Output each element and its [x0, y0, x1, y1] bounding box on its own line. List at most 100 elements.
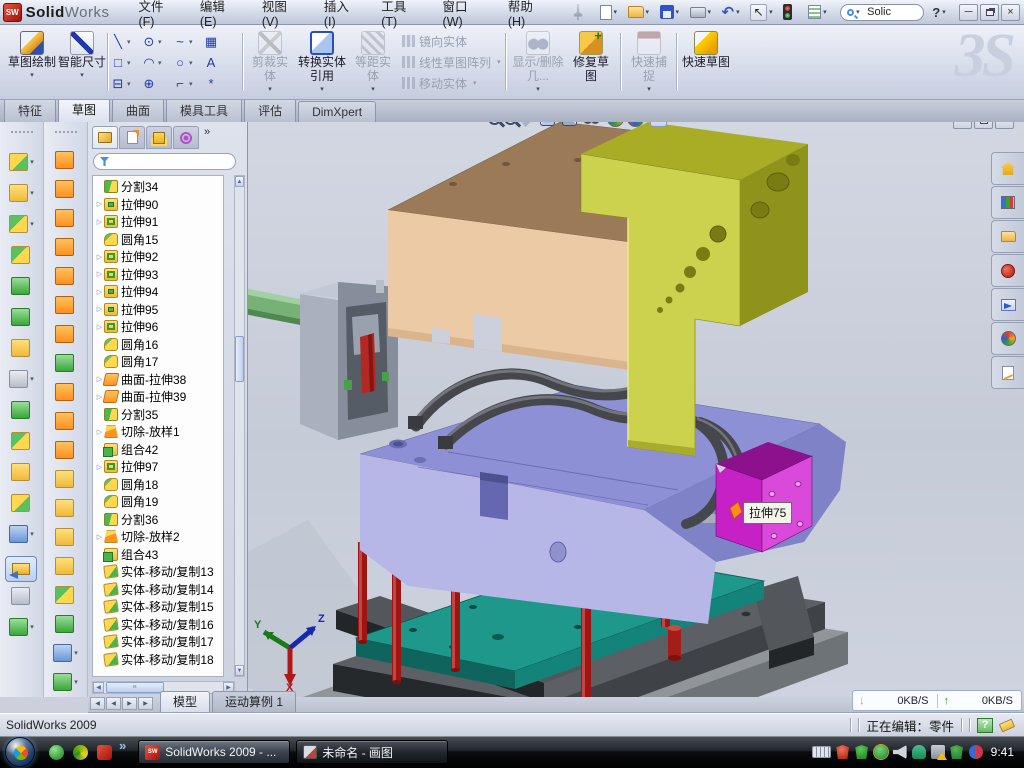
- dropdown-caret-icon[interactable]: ▾: [189, 80, 193, 88]
- knit-surface-icon[interactable]: [55, 354, 74, 372]
- scrollbar-thumb[interactable]: ≡: [106, 682, 164, 693]
- taskbar-window-button[interactable]: SW SolidWorks 2009 - ...: [138, 740, 290, 764]
- expand-arrow-icon[interactable]: ▷: [95, 270, 104, 278]
- view-orientation-icon[interactable]: [540, 122, 555, 126]
- planar-surface-icon[interactable]: [55, 325, 74, 343]
- tree-item[interactable]: ▷ 切除-放样2: [95, 528, 223, 546]
- section-view-icon[interactable]: [520, 122, 537, 127]
- scroll-left-icon[interactable]: ◀: [93, 682, 104, 693]
- tree-item[interactable]: ▷ 拉伸90: [95, 196, 223, 214]
- dropdown-caret-icon[interactable]: ▾: [127, 38, 131, 46]
- expand-arrow-icon[interactable]: ▷: [95, 323, 104, 331]
- expand-arrow-icon[interactable]: ▷: [95, 533, 104, 541]
- menu-item[interactable]: 插入(I): [313, 0, 370, 32]
- options-list-icon[interactable]: [808, 5, 821, 19]
- doc-minimize-button[interactable]: ─: [953, 122, 972, 129]
- task-pane-tab[interactable]: [991, 288, 1024, 321]
- print-icon[interactable]: [690, 7, 706, 18]
- ribbon-tab[interactable]: DimXpert: [298, 101, 376, 122]
- help-caret-icon[interactable]: ▾: [942, 8, 949, 16]
- ellipse-icon[interactable]: ○: [172, 56, 188, 69]
- slot-icon[interactable]: ⊟: [110, 77, 126, 90]
- ribbon-tab[interactable]: 模具工具: [166, 98, 242, 122]
- reference-axis-icon[interactable]: [11, 587, 30, 605]
- dropdown-caret-icon[interactable]: ▾: [736, 8, 743, 16]
- spline-icon[interactable]: ~: [172, 35, 188, 48]
- ribbon-tab[interactable]: 曲面: [112, 98, 164, 122]
- tree-item[interactable]: ▷ 切除-放样1: [95, 423, 223, 441]
- antivirus-shield-icon[interactable]: [855, 745, 869, 759]
- tree-item[interactable]: 分割34: [95, 178, 223, 196]
- dropdown-caret-icon[interactable]: ▾: [30, 220, 34, 228]
- task-pane-tab[interactable]: [991, 322, 1024, 355]
- dropdown-caret-icon[interactable]: ▾: [74, 678, 78, 686]
- undo-icon[interactable]: ↶: [722, 5, 735, 20]
- rapid-sketch-button[interactable]: 快速草图: [682, 29, 730, 95]
- dropdown-caret-icon[interactable]: ▾: [577, 122, 581, 123]
- solidworks-quick-icon[interactable]: [97, 745, 112, 760]
- restore-button[interactable]: [980, 4, 999, 21]
- tree-item[interactable]: 圆角19: [95, 493, 223, 511]
- swept-surface-icon[interactable]: [55, 151, 74, 169]
- dropdown-caret-icon[interactable]: ▾: [30, 158, 34, 166]
- dropdown-caret-icon[interactable]: ▾: [158, 38, 162, 46]
- messenger-quick-icon[interactable]: [49, 745, 64, 760]
- delete-face-icon[interactable]: [55, 441, 74, 459]
- ribbon-tab[interactable]: 评估: [244, 98, 296, 122]
- tree-item[interactable]: 组合42: [95, 441, 223, 459]
- dropdown-caret-icon[interactable]: ▾: [644, 122, 648, 123]
- volume-icon[interactable]: [893, 745, 907, 759]
- extruded-boss-icon[interactable]: [9, 153, 28, 171]
- tree-item[interactable]: 组合43: [95, 546, 223, 564]
- tree-item[interactable]: 圆角18: [95, 476, 223, 494]
- linear-sketch-pattern-button[interactable]: 线性草图阵列 ▾: [402, 53, 501, 71]
- instant3d-button[interactable]: [5, 556, 37, 582]
- tree-item[interactable]: 圆角16: [95, 336, 223, 354]
- draft-icon[interactable]: [11, 308, 30, 326]
- split-body-icon[interactable]: [11, 432, 30, 450]
- sync-icon[interactable]: [912, 745, 926, 759]
- propertymanager-tab[interactable]: [119, 126, 145, 149]
- tree-item[interactable]: 实体-移动/复制18: [95, 651, 223, 669]
- tree-filter-box[interactable]: [93, 153, 236, 170]
- dropdown-caret-icon[interactable]: ▾: [646, 8, 653, 16]
- scroll-down-icon[interactable]: ▼: [235, 665, 244, 676]
- taskbar-clock[interactable]: 9:41: [991, 745, 1014, 759]
- shell-icon[interactable]: [11, 277, 30, 295]
- task-pane-tab[interactable]: [991, 254, 1024, 287]
- dropdown-caret-icon[interactable]: ▾: [30, 623, 34, 631]
- featuremanager-tree-tab[interactable]: [92, 126, 118, 149]
- tree-item[interactable]: 实体-移动/复制17: [95, 633, 223, 651]
- dropdown-caret-icon[interactable]: ▾: [769, 8, 776, 16]
- tree-item[interactable]: 圆角15: [95, 231, 223, 249]
- menu-item[interactable]: 帮助(H): [497, 0, 560, 32]
- rebuild-traffic-light-icon[interactable]: [783, 4, 792, 20]
- update-badge-icon[interactable]: [874, 745, 888, 759]
- replace-face-icon[interactable]: [55, 470, 74, 488]
- tree-vertical-scrollbar[interactable]: ▲ ▼: [234, 175, 245, 677]
- menu-item[interactable]: 工具(T): [370, 0, 431, 32]
- extended-surface-icon[interactable]: [55, 209, 74, 227]
- keyboard-layout-icon[interactable]: [812, 746, 831, 758]
- configurationmanager-tab[interactable]: [146, 126, 172, 149]
- media-player-quick-icon[interactable]: [73, 745, 88, 760]
- reference-point-icon[interactable]: [9, 525, 28, 543]
- dropdown-caret-icon[interactable]: ▾: [614, 8, 621, 16]
- zoom-to-fit-icon[interactable]: [488, 122, 501, 125]
- display-style-icon[interactable]: [562, 122, 577, 126]
- security-center-icon[interactable]: [836, 745, 850, 759]
- tree-item[interactable]: 实体-移动/复制13: [95, 563, 223, 581]
- last-page-icon[interactable]: ▶: [138, 697, 153, 710]
- expand-arrow-icon[interactable]: ▷: [95, 428, 104, 436]
- thicken-icon[interactable]: [55, 586, 74, 604]
- combine-bodies-icon[interactable]: [11, 463, 30, 481]
- repair-sketch-button[interactable]: 修复草图: [568, 29, 614, 95]
- tags-icon[interactable]: [999, 718, 1015, 732]
- linear-pattern-icon[interactable]: [9, 370, 28, 388]
- apply-scene-icon[interactable]: [627, 122, 644, 127]
- dimxpertmanager-tab[interactable]: [173, 126, 199, 149]
- search-input[interactable]: [867, 6, 915, 18]
- model-tab[interactable]: 模型: [160, 691, 210, 712]
- edit-appearance-icon[interactable]: [607, 122, 624, 127]
- mirror-entities-button[interactable]: 镜向实体: [402, 32, 467, 50]
